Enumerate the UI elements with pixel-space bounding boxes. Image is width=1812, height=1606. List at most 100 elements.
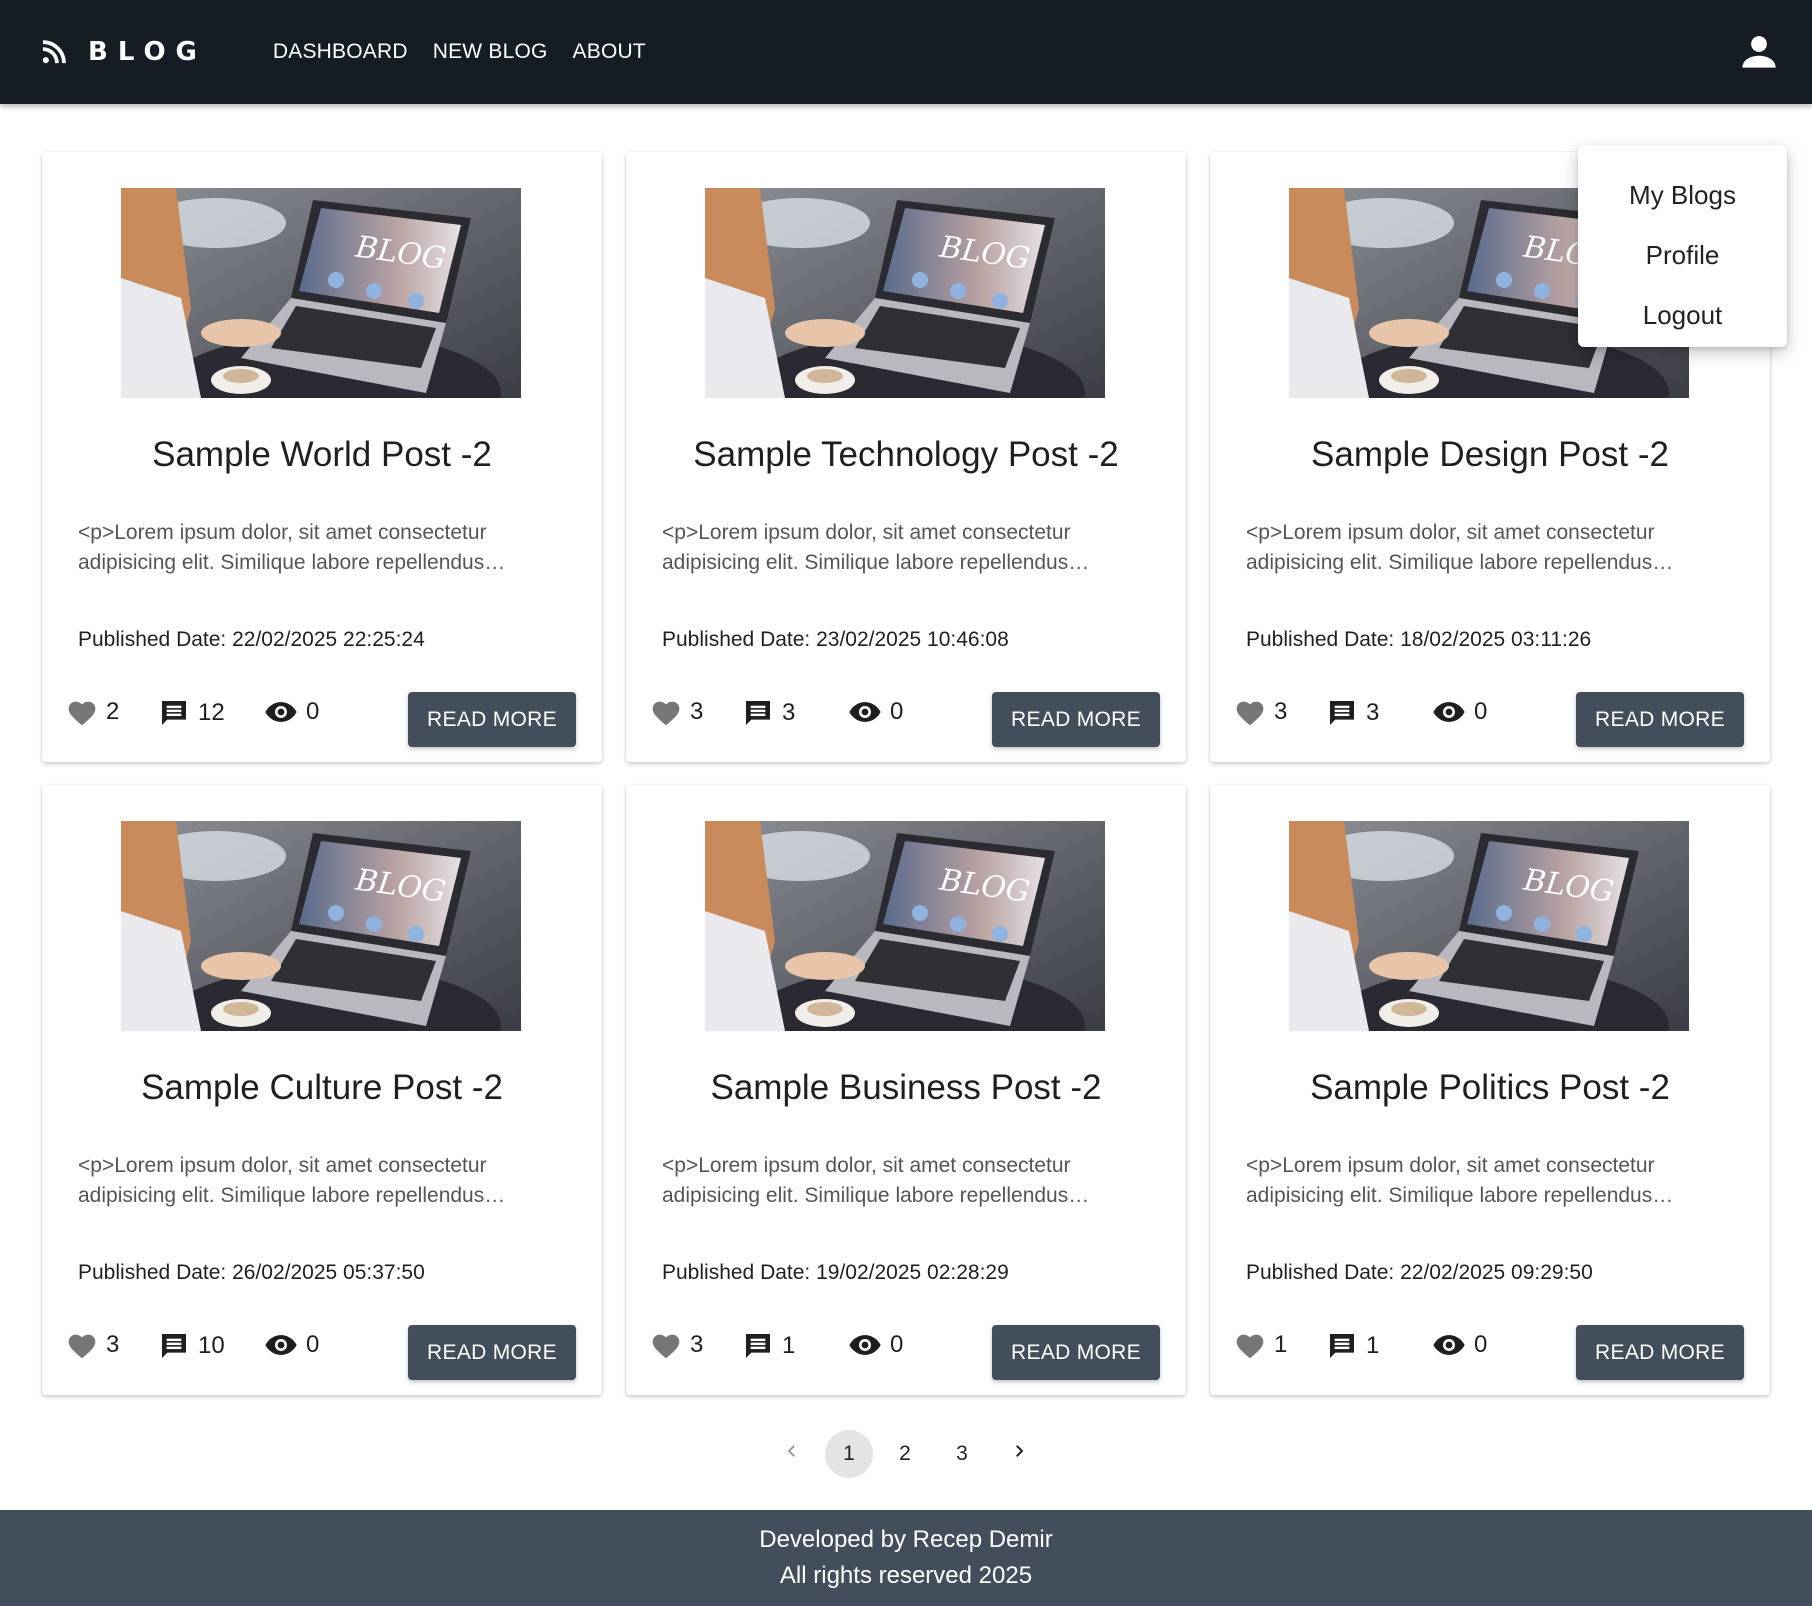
post-title[interactable]: Sample Design Post -2 (1210, 435, 1770, 475)
comments-stat[interactable]: 3 (742, 697, 795, 729)
comments-count: 3 (1366, 699, 1380, 726)
views-stat: 0 (1432, 1330, 1487, 1360)
heart-icon (1234, 1330, 1274, 1360)
nav-dashboard[interactable]: DASHBOARD (273, 40, 408, 64)
views-count: 0 (890, 698, 904, 725)
read-more-button[interactable]: READ MORE (408, 1325, 576, 1380)
nav-links: DASHBOARD NEW BLOG ABOUT (273, 40, 671, 64)
page-button-2[interactable]: 2 (881, 1430, 929, 1478)
menu-item-logout[interactable]: Logout (1578, 285, 1787, 345)
chevron-right-icon (1010, 1442, 1028, 1466)
post-excerpt: <p>Lorem ipsum dolor, sit amet consectet… (1246, 1154, 1674, 1207)
likes-count: 3 (690, 1331, 704, 1358)
brand[interactable]: BLOG (40, 37, 207, 67)
user-dropdown-menu: My Blogs Profile Logout (1578, 145, 1787, 347)
post-excerpt: <p>Lorem ipsum dolor, sit amet consectet… (662, 521, 1090, 574)
post-image: BLOG (705, 821, 1105, 1031)
heart-icon (650, 697, 690, 727)
top-navbar: BLOG DASHBOARD NEW BLOG ABOUT (0, 0, 1812, 104)
read-more-button[interactable]: READ MORE (1576, 692, 1744, 747)
post-date: Published Date: 26/02/2025 05:37:50 (78, 1261, 425, 1284)
next-page-button[interactable] (995, 1430, 1043, 1478)
eye-icon (1432, 697, 1474, 727)
post-excerpt: <p>Lorem ipsum dolor, sit amet consectet… (662, 1154, 1090, 1207)
post-excerpt: <p>Lorem ipsum dolor, sit amet consectet… (1246, 521, 1674, 574)
post-card: BLOG Sample Business Post -2 <p>Lorem ip… (626, 785, 1186, 1395)
menu-item-profile[interactable]: Profile (1578, 225, 1787, 285)
likes-stat[interactable]: 3 (650, 1330, 703, 1360)
views-count: 0 (1474, 1331, 1488, 1358)
read-more-button[interactable]: READ MORE (992, 692, 1160, 747)
post-card: BLOG Sample Technology Post -2 <p>Lorem … (626, 152, 1186, 762)
likes-count: 3 (1274, 698, 1288, 725)
eye-icon (264, 697, 306, 727)
likes-count: 1 (1274, 1331, 1288, 1358)
eye-icon (1432, 1330, 1474, 1360)
pagination: 1 2 3 (0, 1430, 1812, 1478)
post-excerpt: <p>Lorem ipsum dolor, sit amet consectet… (78, 521, 506, 574)
post-date: Published Date: 18/02/2025 03:11:26 (1246, 628, 1592, 651)
post-date: Published Date: 23/02/2025 10:46:08 (662, 628, 1009, 651)
likes-count: 3 (690, 698, 704, 725)
comments-stat[interactable]: 1 (742, 1330, 795, 1362)
nav-about[interactable]: ABOUT (573, 40, 646, 64)
page-button-1[interactable]: 1 (825, 1430, 873, 1478)
chevron-left-icon (783, 1442, 801, 1466)
views-count: 0 (306, 698, 320, 725)
comments-count: 1 (782, 1332, 796, 1359)
rss-icon (40, 38, 68, 66)
comments-stat[interactable]: 10 (158, 1330, 225, 1362)
likes-stat[interactable]: 2 (66, 697, 119, 727)
menu-item-my-blogs[interactable]: My Blogs (1578, 165, 1787, 225)
nav-new-blog[interactable]: NEW BLOG (433, 40, 548, 64)
comment-icon (158, 697, 198, 729)
views-stat: 0 (848, 697, 903, 727)
read-more-button[interactable]: READ MORE (408, 692, 576, 747)
post-title[interactable]: Sample World Post -2 (42, 435, 602, 475)
post-date: Published Date: 19/02/2025 02:28:29 (662, 1261, 1009, 1284)
comments-stat[interactable]: 3 (1326, 697, 1379, 729)
comments-count: 10 (198, 1332, 225, 1359)
eye-icon (264, 1330, 306, 1360)
post-date: Published Date: 22/02/2025 09:29:50 (1246, 1261, 1593, 1284)
footer-credit: Developed by Recep Demir (759, 1526, 1053, 1553)
read-more-button[interactable]: READ MORE (1576, 1325, 1744, 1380)
views-stat: 0 (1432, 697, 1487, 727)
comment-icon (742, 697, 782, 729)
footer-copyright: All rights reserved 2025 (779, 1562, 1033, 1589)
likes-stat[interactable]: 3 (650, 697, 703, 727)
views-count: 0 (890, 1331, 904, 1358)
comment-icon (1326, 1330, 1366, 1362)
heart-icon (66, 697, 106, 727)
prev-page-button[interactable] (768, 1430, 816, 1478)
post-card: BLOG Sample Politics Post -2 <p>Lorem ip… (1210, 785, 1770, 1395)
post-date: Published Date: 22/02/2025 22:25:24 (78, 628, 425, 651)
likes-stat[interactable]: 3 (1234, 697, 1287, 727)
heart-icon (1234, 697, 1274, 727)
post-title[interactable]: Sample Politics Post -2 (1210, 1068, 1770, 1108)
post-title[interactable]: Sample Technology Post -2 (626, 435, 1186, 475)
heart-icon (650, 1330, 690, 1360)
likes-count: 3 (106, 1331, 120, 1358)
comment-icon (742, 1330, 782, 1362)
post-title[interactable]: Sample Culture Post -2 (42, 1068, 602, 1108)
likes-stat[interactable]: 3 (66, 1330, 119, 1360)
comments-count: 3 (782, 699, 796, 726)
views-stat: 0 (264, 697, 319, 727)
comments-stat[interactable]: 12 (158, 697, 225, 729)
post-title[interactable]: Sample Business Post -2 (626, 1068, 1186, 1108)
eye-icon (848, 1330, 890, 1360)
views-stat: 0 (264, 1330, 319, 1360)
likes-stat[interactable]: 1 (1234, 1330, 1287, 1360)
user-icon[interactable] (1738, 30, 1780, 77)
post-image: BLOG (121, 188, 521, 398)
read-more-button[interactable]: READ MORE (992, 1325, 1160, 1380)
heart-icon (66, 1330, 106, 1360)
comments-count: 1 (1366, 1332, 1380, 1359)
post-image: BLOG (121, 821, 521, 1031)
post-image: BLOG (1289, 821, 1689, 1031)
footer: Developed by Recep Demir All rights rese… (0, 1510, 1812, 1606)
post-image: BLOG (705, 188, 1105, 398)
page-button-3[interactable]: 3 (938, 1430, 986, 1478)
comments-stat[interactable]: 1 (1326, 1330, 1379, 1362)
